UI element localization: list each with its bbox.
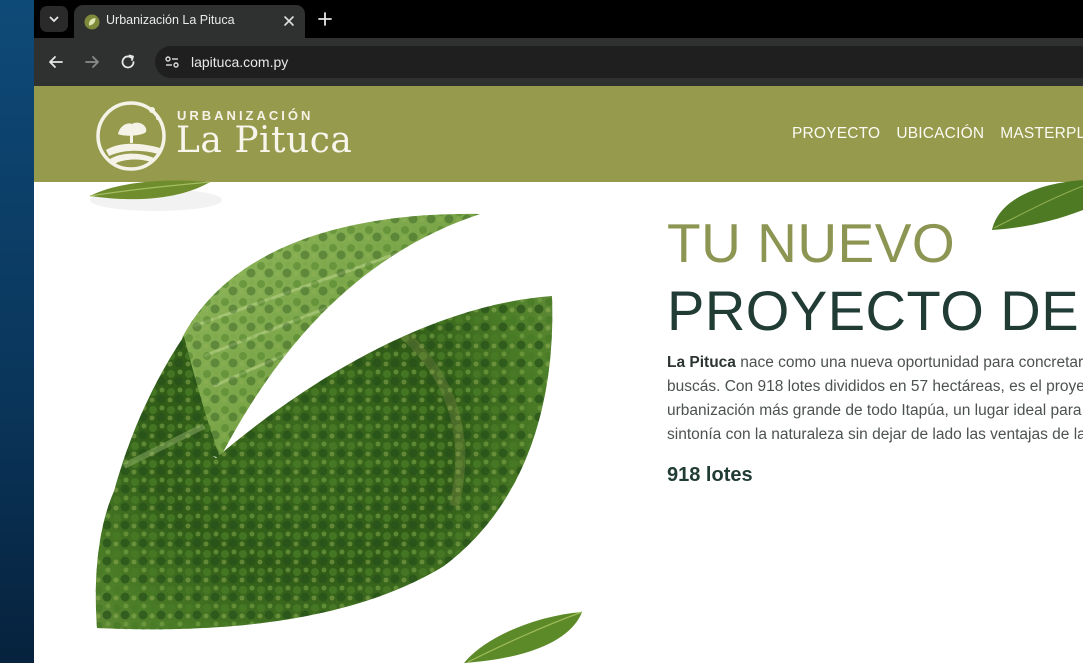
decorative-leaf-top-right <box>992 180 1083 230</box>
nav-item-ubicacion[interactable]: UBICACIÓN <box>896 125 984 143</box>
leaf-icon <box>84 14 100 30</box>
intro-line-1: nace como una nueva oportunidad para con… <box>735 354 1083 371</box>
intro-line-3: urbanización más grande de todo Itapúa, … <box>667 402 1082 419</box>
reload-icon[interactable] <box>118 52 138 72</box>
main-nav: PROYECTO UBICACIÓN MASTERPLA <box>792 125 1083 143</box>
site-info-icon[interactable] <box>164 54 180 70</box>
browser-window: Urbanización La Pituca lapituca.com.py U… <box>34 0 1083 663</box>
tab-bar: Urbanización La Pituca <box>34 0 1083 38</box>
tab-menu-chevron-icon <box>49 16 59 23</box>
page-viewport: URBANIZACIÓN La Pituca PROYECTO UBICACIÓ… <box>34 86 1083 663</box>
url-text: lapituca.com.py <box>191 54 289 70</box>
nav-item-proyecto[interactable]: PROYECTO <box>792 125 880 143</box>
close-icon[interactable] <box>281 13 297 29</box>
back-arrow-icon[interactable] <box>46 52 66 72</box>
logo-wordmark[interactable]: La Pituca <box>176 120 352 161</box>
hero-title-light: TU NUEVO <box>667 212 956 274</box>
browser-toolbar: lapituca.com.py <box>34 38 1083 86</box>
forward-arrow-icon[interactable] <box>82 52 102 72</box>
intro-line-2: buscás. Con 918 lotes divididos en 57 he… <box>667 378 1083 395</box>
nav-item-masterplan[interactable]: MASTERPLA <box>1000 125 1083 143</box>
intro-brand: La Pituca <box>667 354 736 371</box>
desktop-background <box>0 0 34 663</box>
browser-tab[interactable]: Urbanización La Pituca <box>74 5 305 38</box>
address-bar[interactable]: lapituca.com.py <box>155 46 1083 78</box>
hero-paragraph: La Pituca nace como una nueva oportunida… <box>667 351 1083 447</box>
hero-leaf-aerial-image <box>95 213 553 630</box>
logo-emblem-icon[interactable] <box>96 98 172 174</box>
lotes-stat: 918 lotes <box>667 464 753 486</box>
intro-line-4: sintonía con la naturaleza sin dejar de … <box>667 426 1083 443</box>
tab-title: Urbanización La Pituca <box>106 13 235 27</box>
tab-search-button[interactable] <box>40 6 68 32</box>
new-tab-plus-icon[interactable] <box>316 10 334 28</box>
hero-title-bold: PROYECTO DE V <box>667 279 1083 342</box>
site-header: URBANIZACIÓN La Pituca PROYECTO UBICACIÓ… <box>34 86 1083 182</box>
